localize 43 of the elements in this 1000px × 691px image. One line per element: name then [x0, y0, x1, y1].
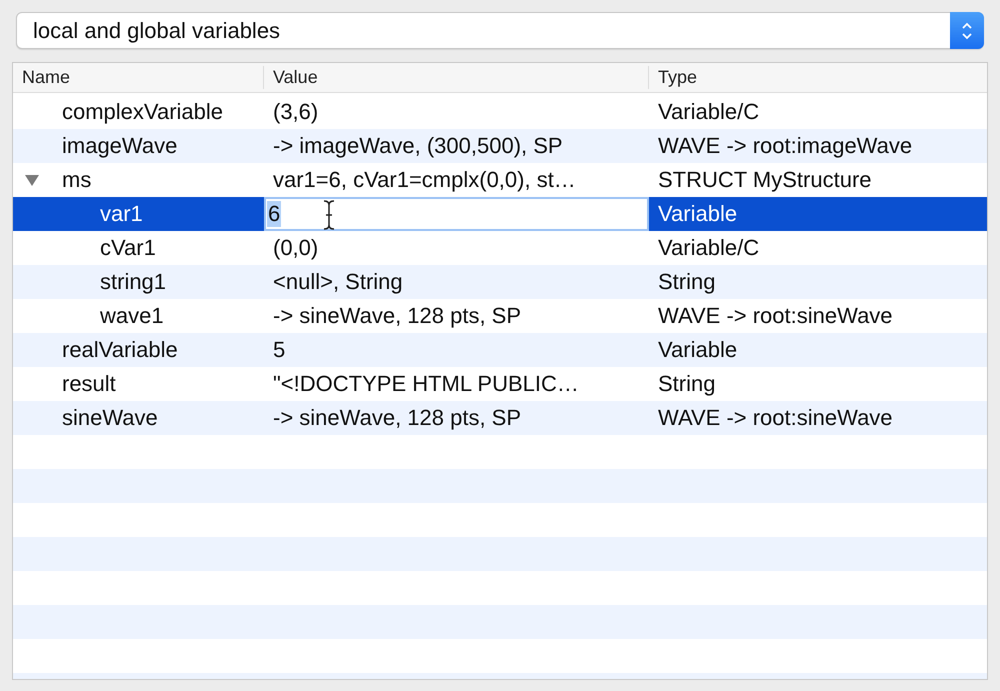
variable-name: string1	[100, 269, 166, 295]
table-cell-text: var1=6, cVar1=cmplx(0,0), st…	[272, 166, 577, 194]
variable-name: cVar1	[100, 235, 156, 261]
variable-name: realVariable	[62, 337, 178, 363]
variable-name: ms	[62, 167, 92, 193]
variable-name: wave1	[100, 303, 164, 329]
table-cell-text: String	[657, 268, 716, 296]
table-cell-text: Variable/C	[657, 98, 760, 126]
table-cell-text: -> sineWave, 128 pts, SP	[272, 404, 522, 432]
table-cell-text: STRUCT MyStructure	[657, 166, 873, 194]
table-cell-text: -> imageWave, (300,500), SP	[272, 132, 564, 160]
stepper-button[interactable]	[950, 12, 984, 49]
variable-name: result	[62, 371, 116, 397]
variable-name: imageWave	[62, 133, 178, 159]
table-row[interactable]: sineWave -> sineWave, 128 pts, SP WAVE -> root:sineWave	[13, 401, 987, 435]
table-cell-text: (3,6)	[272, 98, 320, 126]
column-header[interactable]: Name	[13, 66, 264, 89]
disclosure-triangle-down-icon[interactable]	[25, 174, 39, 186]
column-header[interactable]: Value	[264, 66, 649, 89]
table-row[interactable]: realVariable 5 Variable	[13, 333, 987, 367]
table-cell-text: "<!DOCTYPE HTML PUBLIC…	[272, 370, 580, 398]
text-cursor-icon	[323, 200, 335, 230]
value-field[interactable]: 6	[264, 197, 649, 231]
table-row[interactable]: string1 <null>, String String	[13, 265, 987, 299]
table-cell-text: WAVE -> root:imageWave	[657, 132, 914, 160]
table-cell-text: WAVE -> root:sineWave	[657, 404, 894, 432]
scope-popup[interactable]: local and global variables	[16, 12, 984, 49]
table-cell-text: 5	[272, 336, 286, 364]
popup-value: local and global variables	[32, 18, 282, 44]
table-cell-text: Variable/C	[657, 234, 760, 262]
column-header[interactable]: Type	[649, 66, 987, 89]
variable-name: complexVariable	[62, 99, 224, 125]
table-row[interactable]: var1 6 Variable	[13, 197, 987, 231]
table-cell-text: <null>, String	[272, 268, 404, 296]
variable-name: sineWave	[62, 405, 158, 431]
table-cell-text: Variable	[657, 336, 738, 364]
table-cell-text: WAVE -> root:sineWave	[657, 302, 894, 330]
table-row[interactable]: imageWave -> imageWave, (300,500), SP WAVE -> root:imageWave	[13, 129, 987, 163]
variable-name: var1	[100, 201, 143, 227]
table-cell-text: Variable	[657, 200, 738, 228]
table-cell-text: (0,0)	[272, 234, 320, 262]
table-cell-text: -> sineWave, 128 pts, SP	[272, 302, 522, 330]
table-cell-text: String	[657, 370, 716, 398]
